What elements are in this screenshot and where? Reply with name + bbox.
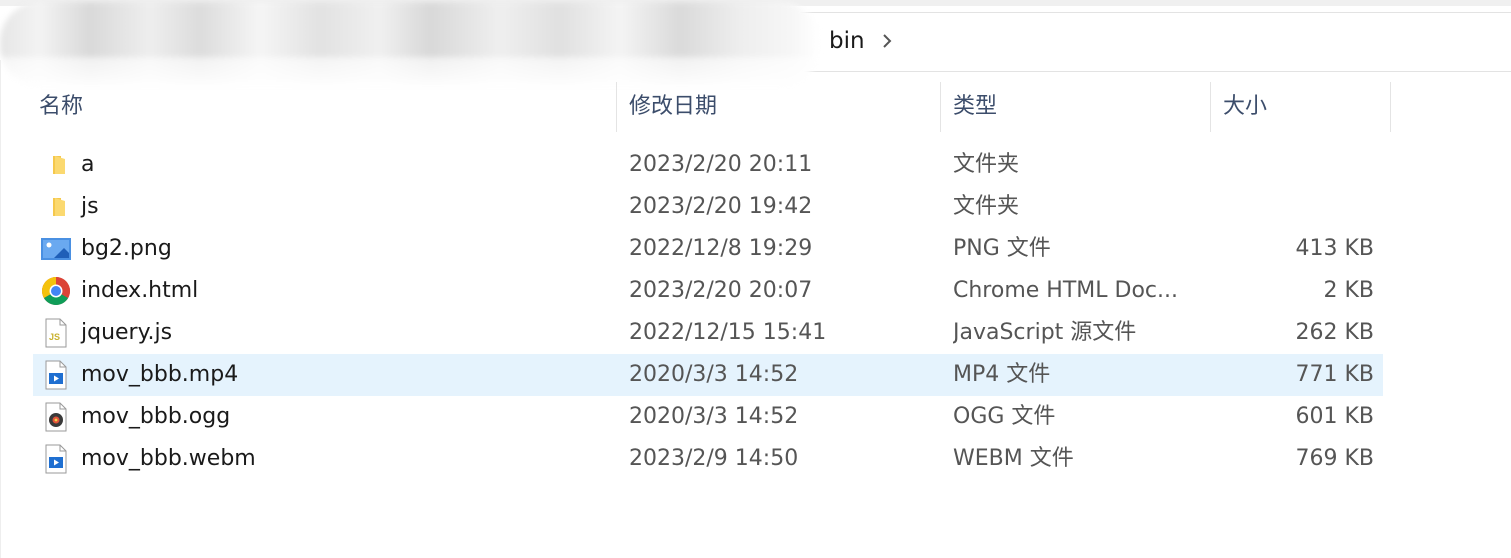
column-header-name-label: 名称	[39, 94, 84, 119]
folder-icon	[39, 144, 73, 186]
file-type: Chrome HTML Doc...	[953, 278, 1178, 303]
file-row[interactable]: js 2023/2/20 19:42 文件夹	[33, 186, 1383, 228]
image-file-icon	[39, 228, 73, 270]
column-header-name[interactable]: 名称	[29, 82, 615, 132]
file-row[interactable]: mov_bbb.ogg 2020/3/3 14:52 OGG 文件 601 KB	[33, 396, 1383, 438]
file-name: mov_bbb.mp4	[81, 362, 239, 387]
file-row[interactable]: JS jquery.js 2022/12/15 15:41 JavaScript…	[33, 312, 1383, 354]
file-name: a	[81, 152, 95, 177]
file-type: MP4 文件	[953, 362, 1051, 387]
file-name: js	[81, 194, 99, 219]
folder-icon	[39, 186, 73, 228]
column-header-row: 名称 修改日期 类型 大小	[0, 82, 1511, 132]
column-header-type[interactable]: 类型	[943, 82, 1209, 132]
file-row[interactable]: mov_bbb.webm 2023/2/9 14:50 WEBM 文件 769 …	[33, 438, 1383, 480]
file-size	[1183, 186, 1374, 228]
file-type: WEBM 文件	[953, 446, 1074, 471]
file-size: 769 KB	[1295, 446, 1374, 471]
js-file-icon: JS	[39, 312, 73, 354]
address-bar-bottom-border	[800, 71, 1511, 72]
file-modified: 2022/12/15 15:41	[629, 320, 827, 345]
file-modified: 2022/12/8 19:29	[629, 236, 813, 261]
breadcrumb-current[interactable]: bin	[829, 28, 865, 54]
file-name: mov_bbb.ogg	[81, 404, 231, 429]
file-size: 262 KB	[1295, 320, 1374, 345]
file-size: 771 KB	[1295, 362, 1374, 387]
column-header-type-label: 类型	[953, 94, 998, 119]
file-modified: 2023/2/9 14:50	[629, 446, 799, 471]
file-modified: 2023/2/20 20:11	[629, 152, 813, 177]
file-modified: 2023/2/20 19:42	[629, 194, 813, 219]
pane-left-edge	[0, 60, 1, 558]
file-row[interactable]: bg2.png 2022/12/8 19:29 PNG 文件 413 KB	[33, 228, 1383, 270]
chrome-icon	[39, 270, 73, 312]
file-type: PNG 文件	[953, 236, 1051, 261]
redacted-path-area	[0, 2, 820, 86]
svg-text:JS: JS	[49, 332, 60, 342]
video-file-icon	[39, 438, 73, 480]
media-disc-file-icon	[39, 396, 73, 438]
file-modified: 2020/3/3 14:52	[629, 362, 799, 387]
file-size: 601 KB	[1295, 404, 1374, 429]
file-name: index.html	[81, 278, 199, 303]
file-row[interactable]: a 2023/2/20 20:11 文件夹	[33, 144, 1383, 186]
file-type: 文件夹	[953, 194, 1020, 219]
file-name: jquery.js	[81, 320, 173, 345]
file-name: mov_bbb.webm	[81, 446, 256, 471]
file-type: JavaScript 源文件	[953, 320, 1137, 345]
column-separator[interactable]	[616, 82, 617, 132]
file-size: 413 KB	[1295, 236, 1374, 261]
column-header-size[interactable]: 大小	[1213, 82, 1389, 132]
video-file-icon	[39, 354, 73, 396]
file-modified: 2023/2/20 20:07	[629, 278, 813, 303]
column-header-size-label: 大小	[1223, 94, 1268, 119]
file-row[interactable]: index.html 2023/2/20 20:07 Chrome HTML D…	[33, 270, 1383, 312]
file-size: 2 KB	[1323, 278, 1374, 303]
file-modified: 2020/3/3 14:52	[629, 404, 799, 429]
file-type: OGG 文件	[953, 404, 1056, 429]
file-size	[1183, 144, 1374, 186]
column-separator[interactable]	[1210, 82, 1211, 132]
column-separator[interactable]	[1390, 82, 1391, 132]
column-separator[interactable]	[940, 82, 941, 132]
file-name: bg2.png	[81, 236, 172, 261]
chevron-right-icon[interactable]	[879, 33, 895, 49]
file-row[interactable]: mov_bbb.mp4 2020/3/3 14:52 MP4 文件 771 KB	[33, 354, 1383, 396]
address-bar-top-border	[800, 12, 1511, 13]
breadcrumb[interactable]: bin	[829, 28, 895, 54]
column-header-modified-label: 修改日期	[629, 94, 718, 119]
file-type: 文件夹	[953, 152, 1020, 177]
column-header-modified[interactable]: 修改日期	[619, 82, 939, 132]
